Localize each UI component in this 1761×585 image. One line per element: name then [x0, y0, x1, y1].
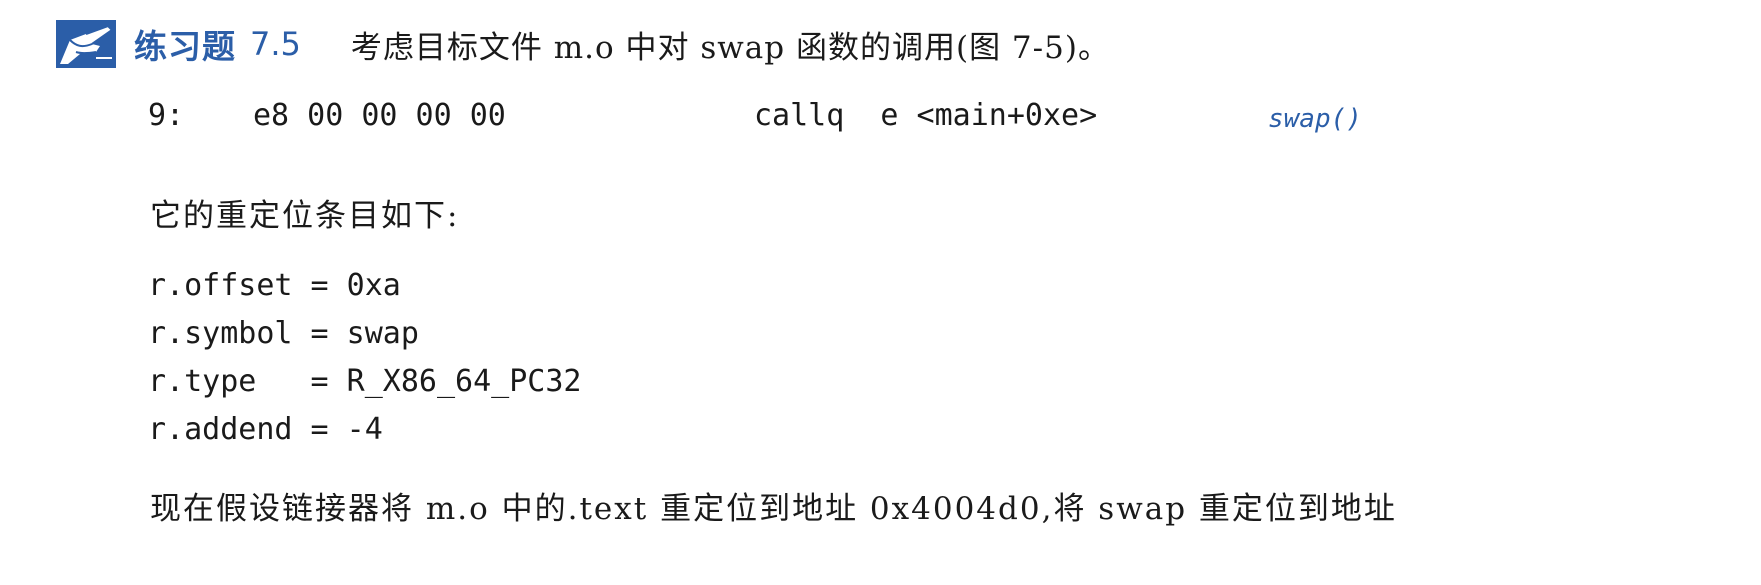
exercise-prompt: 考虑目标文件 m.o 中对 swap 函数的调用(图 7-5)。 — [350, 29, 1110, 66]
relocation-addend-line: r.addend = -4 — [148, 412, 383, 447]
relocation-offset-line: r.offset = 0xa — [148, 268, 401, 303]
relocation-type-line: r.type = R_X86_64_PC32 — [148, 364, 582, 399]
exercise-header: 练习题 7.5 考虑目标文件 m.o 中对 swap 函数的调用(图 7-5)。 — [56, 20, 1110, 68]
disassembly-instruction: callq e <main+0xe> — [754, 98, 1098, 133]
relocation-symbol-line: r.symbol = swap — [148, 316, 419, 351]
exercise-number: 7.5 — [250, 25, 301, 63]
exercise-label: 练习题 — [134, 27, 236, 66]
disassembly-bytes: e8 00 00 00 00 — [253, 98, 506, 133]
disassembly-comment: swap() — [1268, 104, 1362, 134]
continuation-text: 现在假设链接器将 m.o 中的.text 重定位到地址 0x4004d0,将 s… — [150, 491, 1397, 527]
intro-text: 它的重定位条目如下: — [150, 198, 460, 234]
textbook-page: 练习题 7.5 考虑目标文件 m.o 中对 swap 函数的调用(图 7-5)。… — [0, 0, 1761, 585]
pencil-hand-icon — [56, 20, 116, 68]
disassembly-address: 9: — [148, 98, 185, 133]
relocation-entry: r.offset = 0xa r.symbol = swap r.type = … — [148, 262, 581, 454]
